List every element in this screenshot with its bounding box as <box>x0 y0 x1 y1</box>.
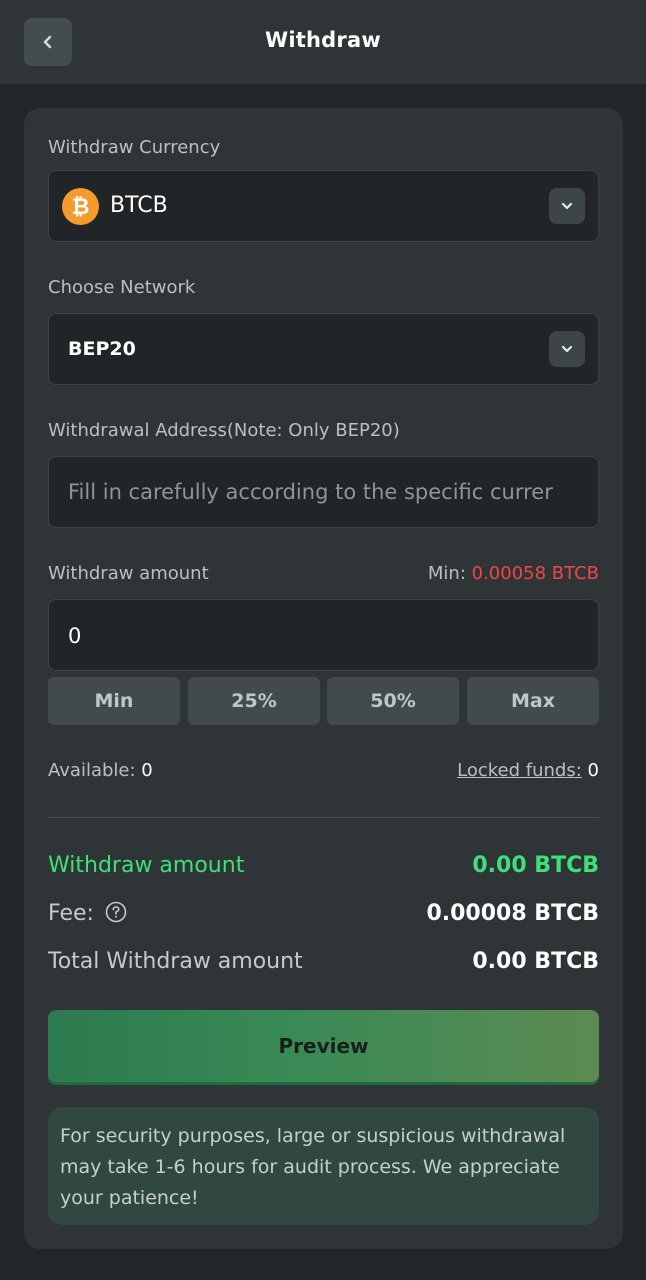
amount-input[interactable]: 0 <box>48 599 599 671</box>
summary-withdraw-value: 0.00 BTCB <box>472 853 599 878</box>
min-button[interactable]: Min <box>48 677 180 725</box>
address-placeholder: Fill in carefully according to the speci… <box>68 480 553 504</box>
currency-value: BTCB <box>110 193 168 218</box>
min-value: 0.00058 BTCB <box>471 563 599 584</box>
currency-select[interactable]: ₿ BTCB <box>48 170 599 242</box>
address-field[interactable]: Fill in carefully according to the speci… <box>48 456 599 528</box>
amount-label: Withdraw amount <box>48 563 209 584</box>
chevron-down-icon <box>561 202 573 210</box>
bitcoin-icon: ₿ <box>62 188 99 225</box>
network-value: BEP20 <box>68 338 136 360</box>
available-label: Available: <box>48 760 136 781</box>
min-label: Min: <box>427 563 466 584</box>
preview-button[interactable]: Preview <box>48 1010 599 1082</box>
summary-withdraw-label: Withdraw amount <box>48 853 245 878</box>
25-percent-button[interactable]: 25% <box>188 677 320 725</box>
address-label: Withdrawal Address(Note: Only BEP20) <box>48 420 400 441</box>
security-notice: For security purposes, large or suspicio… <box>48 1107 599 1225</box>
divider <box>48 817 599 818</box>
currency-label: Withdraw Currency <box>48 137 221 158</box>
locked-value: 0 <box>587 760 599 781</box>
page-title: Withdraw <box>265 28 381 52</box>
min-amount-info: Min: 0.00058 BTCB <box>428 563 599 584</box>
chevron-down-icon <box>561 345 573 353</box>
top-bar: Withdraw <box>0 0 646 84</box>
locked-balance: Locked funds: 0 <box>457 760 599 781</box>
total-label: Total Withdraw amount <box>48 949 303 974</box>
fee-row: Fee: <box>48 901 127 926</box>
currency-dropdown-button[interactable] <box>549 188 585 224</box>
locked-funds-link[interactable]: Locked funds: <box>457 760 582 781</box>
available-balance: Available: 0 <box>48 760 153 781</box>
available-value: 0 <box>141 760 153 781</box>
network-label: Choose Network <box>48 277 196 298</box>
total-value: 0.00 BTCB <box>472 949 599 974</box>
network-select[interactable]: BEP20 <box>48 313 599 385</box>
network-dropdown-button[interactable] <box>549 331 585 367</box>
fee-label: Fee: <box>48 901 94 926</box>
amount-value: 0 <box>68 624 82 648</box>
fee-value: 0.00008 BTCB <box>426 901 599 926</box>
50-percent-button[interactable]: 50% <box>327 677 459 725</box>
help-icon[interactable] <box>105 901 127 923</box>
max-button[interactable]: Max <box>467 677 599 725</box>
